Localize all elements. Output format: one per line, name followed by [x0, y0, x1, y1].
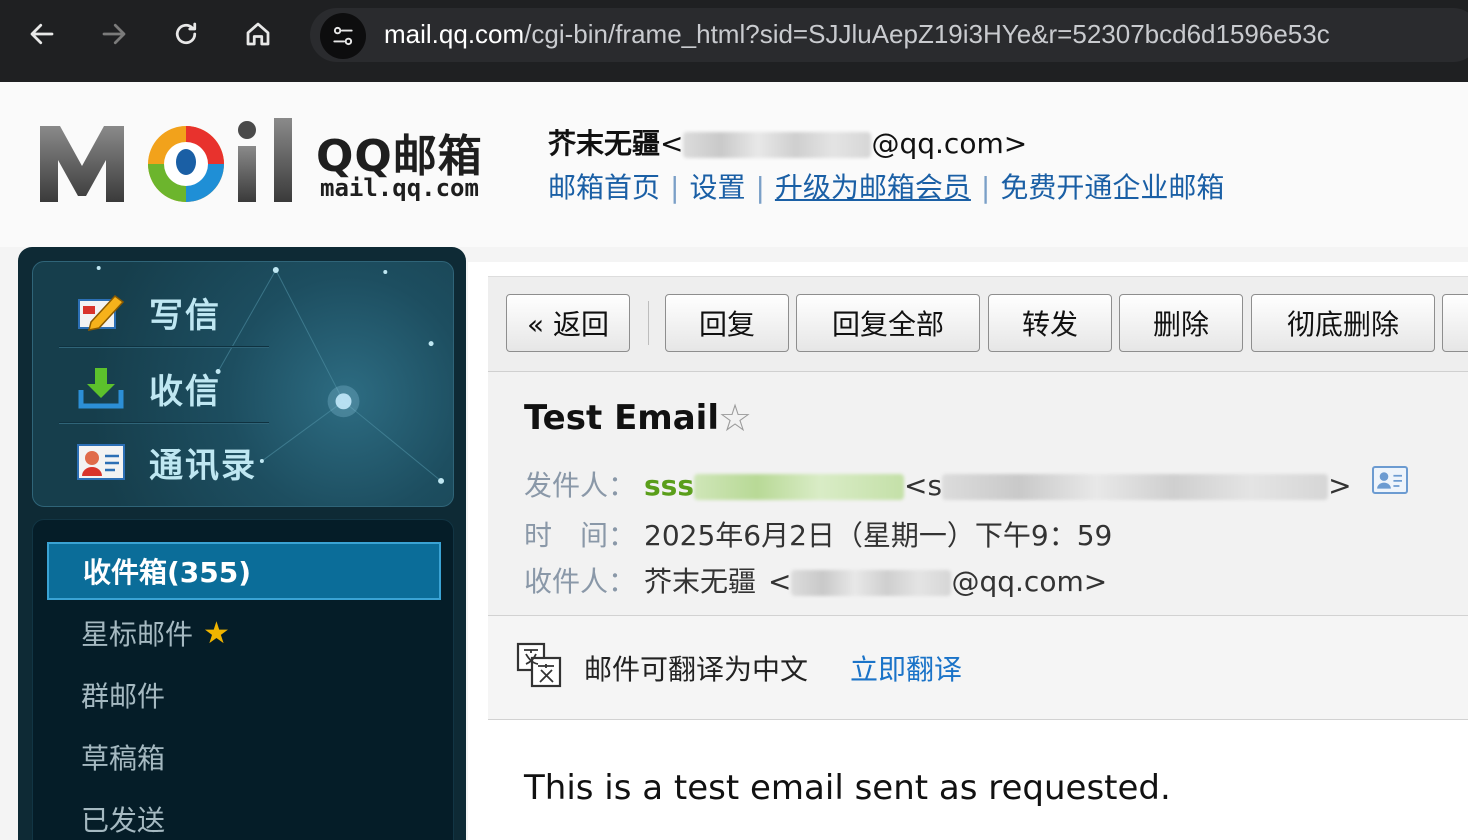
user-email-suffix: @qq.com>: [871, 127, 1028, 160]
sidebar-divider: [59, 346, 269, 348]
user-email-prefix: <: [660, 127, 684, 160]
reload-icon[interactable]: [164, 12, 208, 56]
time-value: 2025年6月2日（星期一）下午9：59: [644, 519, 1113, 552]
mail-header-info: Test Email ☆ 发件人： sss <s > 时 间： 2025年6月2日（星期…: [488, 372, 1468, 616]
to-label: 收件人：: [524, 565, 637, 598]
more-actions-button[interactable]: [1442, 294, 1468, 352]
sender-name[interactable]: sss: [644, 469, 694, 502]
folder-list: 收件箱(355) 星标邮件 ★ 群邮件 草稿箱 已发送: [32, 519, 454, 840]
download-tray-icon: [78, 368, 124, 409]
user-account: 芥末无疆< @qq.com>: [548, 122, 1027, 162]
from-label: 发件人：: [524, 469, 637, 502]
translate-bar: 邮件可翻译为中文 立即翻译: [488, 616, 1468, 720]
translate-icon: [516, 642, 562, 688]
address-bar[interactable]: mail.qq.com/cgi-bin/frame_html?sid=SJJlu…: [310, 8, 1468, 62]
home-icon[interactable]: [236, 12, 280, 56]
logo-subtitle: mail.qq.com: [320, 174, 479, 202]
contacts-button[interactable]: 通讯录: [77, 432, 257, 492]
mail-subject: Test Email: [524, 398, 719, 438]
folder-inbox[interactable]: 收件箱(355): [47, 542, 441, 600]
mail-body-text: This is a test email sent as requested.: [524, 768, 1171, 808]
compose-button[interactable]: 写信: [77, 282, 221, 342]
user-name: 芥末无疆: [548, 127, 661, 160]
back-button[interactable]: « 返回: [506, 294, 630, 352]
reply-button[interactable]: 回复: [665, 294, 789, 352]
time-row: 时 间： 2025年6月2日（星期一）下午9：59: [524, 514, 1112, 554]
back-arrow-icon[interactable]: [20, 12, 64, 56]
translate-now-link[interactable]: 立即翻译: [850, 648, 962, 688]
folder-sent[interactable]: 已发送: [47, 790, 441, 840]
star-icon: ★: [203, 615, 230, 651]
contacts-label: 通讯录: [149, 445, 257, 486]
mail-header: QQ邮箱 mail.qq.com 芥末无疆< @qq.com> 邮箱首页 | 设置 | 升…: [0, 82, 1468, 247]
compose-label: 写信: [149, 295, 221, 336]
folder-starred-label: 星标邮件: [81, 618, 194, 651]
recipient-email-close: @qq.com>: [951, 565, 1108, 598]
link-separator: |: [670, 171, 680, 204]
delete-permanently-button[interactable]: 彻底删除: [1251, 294, 1435, 352]
redacted-sender-name: [694, 474, 904, 500]
redacted-sender-email: [942, 474, 1329, 500]
folder-group-mail[interactable]: 群邮件: [47, 666, 441, 724]
forward-button[interactable]: 转发: [988, 294, 1112, 352]
to-row: 收件人： 芥末无疆 < @qq.com>: [524, 560, 1107, 600]
add-contact-icon[interactable]: [1372, 466, 1408, 494]
sidebar-divider: [59, 422, 269, 424]
folder-starred[interactable]: 星标邮件 ★: [47, 604, 441, 662]
mail-toolbar: « 返回 回复 回复全部 转发 删除 彻底删除: [488, 276, 1468, 372]
translate-prompt: 邮件可翻译为中文: [584, 653, 809, 686]
link-mail-home[interactable]: 邮箱首页: [548, 171, 660, 204]
contact-card-icon: [77, 444, 125, 480]
link-separator: |: [755, 171, 765, 204]
browser-toolbar: mail.qq.com/cgi-bin/frame_html?sid=SJJlu…: [0, 0, 1468, 82]
top-nav-links: 邮箱首页 | 设置 | 升级为邮箱会员 | 免费开通企业邮箱: [548, 166, 1224, 206]
recipient-email-open: <: [768, 565, 792, 598]
star-toggle-icon[interactable]: ☆: [718, 396, 752, 440]
time-label: 时 间：: [524, 519, 637, 552]
link-separator: |: [980, 171, 991, 204]
link-enterprise-mail[interactable]: 免费开通企业邮箱: [1000, 171, 1224, 204]
redacted-recipient-email: [791, 570, 952, 596]
reply-all-button[interactable]: 回复全部: [796, 294, 980, 352]
site-settings-icon[interactable]: [320, 13, 366, 59]
url-path: /cgi-bin/frame_html?sid=SJJluAepZ19i3HYe…: [524, 19, 1330, 49]
url-text[interactable]: mail.qq.com/cgi-bin/frame_html?sid=SJJlu…: [384, 19, 1330, 50]
moil-logo-icon[interactable]: [38, 116, 308, 206]
receive-label: 收信: [149, 371, 221, 412]
mail-reading-pane: « 返回 回复 回复全部 转发 删除 彻底删除 Test Email ☆ 发件人…: [468, 262, 1468, 840]
sidebar-actions-panel: 写信 收信 通讯录: [32, 261, 454, 507]
link-upgrade-vip[interactable]: 升级为邮箱会员: [775, 171, 971, 204]
folder-drafts[interactable]: 草稿箱: [47, 728, 441, 786]
delete-button[interactable]: 删除: [1119, 294, 1243, 352]
sidebar: 写信 收信 通讯录 收件箱(355) 星标邮件 ★ 群邮件 草稿箱 已发送: [18, 247, 466, 840]
compose-pencil-icon: [78, 294, 125, 331]
receive-button[interactable]: 收信: [77, 358, 221, 418]
toolbar-separator: [648, 301, 649, 345]
from-row: 发件人： sss <s >: [524, 464, 1352, 504]
sender-email-close: >: [1328, 469, 1352, 502]
link-settings[interactable]: 设置: [689, 171, 745, 204]
forward-arrow-icon[interactable]: [92, 12, 136, 56]
redacted-email: [683, 132, 872, 158]
sender-email-open: <s: [904, 469, 943, 502]
recipient-name[interactable]: 芥末无疆: [644, 565, 756, 598]
url-host: mail.qq.com: [384, 19, 525, 49]
